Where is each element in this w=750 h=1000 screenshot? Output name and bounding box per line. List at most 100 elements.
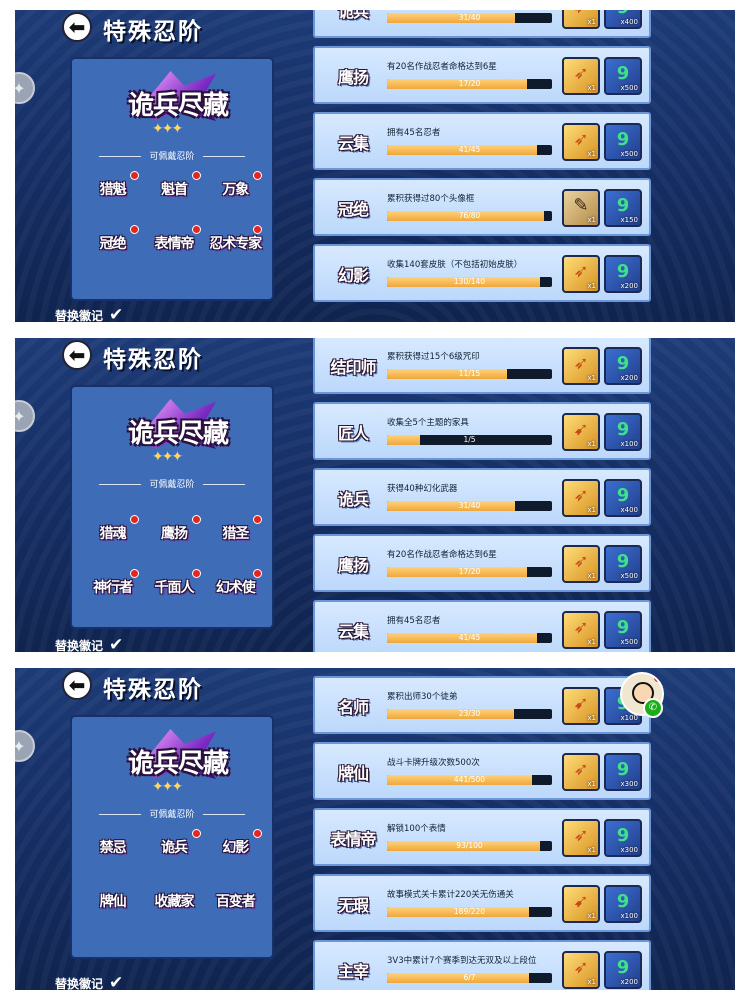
task-badge-icon: 表情帝	[323, 822, 383, 854]
progress-text: 1/5	[463, 435, 476, 444]
task-card[interactable]: 表情帝 解锁100个表情 93/100 ➶ x1 9 x300	[313, 808, 651, 866]
reward-currency[interactable]: 9 x500	[604, 611, 642, 649]
progress-text: 31/40	[458, 13, 481, 22]
task-card[interactable]: 云集 拥有45名忍者 41/45 ➶ x1 9 x500	[313, 112, 651, 170]
reward-item[interactable]: ➶x1	[562, 10, 600, 29]
side-tab-button[interactable]: ✦	[15, 72, 35, 104]
reward-qty: x1	[587, 506, 596, 514]
side-tab-button[interactable]: ✦	[15, 730, 35, 762]
reward-currency[interactable]: 9 x500	[604, 57, 642, 95]
checkmark-icon: ✔	[109, 973, 124, 990]
reward-item-icon: ➶	[573, 551, 589, 572]
badge-item[interactable]: 禁忌	[82, 829, 143, 865]
badge-item[interactable]: 猎魁	[82, 171, 143, 207]
badge-item[interactable]: 魁首	[143, 171, 204, 207]
task-card[interactable]: 无瑕 故事模式关卡累计220关无伤通关 189/220 ➹ x1 9 x100	[313, 874, 651, 932]
reward-currency[interactable]: 9x100	[604, 413, 642, 451]
task-badge-icon: 结印师	[323, 350, 383, 382]
badge-item[interactable]: 表情帝	[143, 225, 204, 261]
reward-currency[interactable]: 9 x200	[604, 951, 642, 989]
reward-currency[interactable]: 9 x150	[604, 189, 642, 227]
badge-item[interactable]: 诡兵	[143, 829, 204, 865]
reward-currency[interactable]: 9x400	[604, 10, 642, 29]
reward-item[interactable]: ✎ x1	[562, 189, 600, 227]
badge-item[interactable]: 神行者	[82, 569, 143, 605]
task-card[interactable]: 牌仙 战斗卡牌升级次数500次 441/500 ➶ x1 9 x300	[313, 742, 651, 800]
reward-currency[interactable]: 9x100	[604, 885, 642, 923]
task-badge-icon: 无瑕	[323, 888, 383, 920]
badge-grid: 猎魂 鹰扬 猎圣 神行者 千面人 幻术使	[82, 515, 266, 605]
replace-badge-toggle[interactable]: 替换徽记 ✔	[55, 974, 127, 990]
reward-item[interactable]: ➶x1	[562, 611, 600, 649]
badge-label: 鹰扬	[160, 526, 188, 542]
task-badge-label: 云集	[337, 622, 369, 641]
reward-currency[interactable]: 9x400	[604, 479, 642, 517]
reward-item[interactable]: ➶x1	[562, 347, 600, 385]
badge-label: 冠绝	[99, 236, 127, 252]
task-card[interactable]: 鹰扬 有20名作战忍者命格达到6星 17/20 ➶ x1 9 x500	[313, 534, 651, 592]
badge-item[interactable]: 百变者	[205, 883, 266, 919]
back-button[interactable]: ⬅	[62, 340, 92, 370]
side-tab-button[interactable]: ✦	[15, 400, 35, 432]
badge-item[interactable]: 万象	[205, 171, 266, 207]
back-button[interactable]: ⬅	[62, 12, 92, 42]
task-card[interactable]: 结印师 累积获得过15个6级咒印 11/15 ➶ x1 9 x200	[313, 338, 651, 394]
badge-item[interactable]: 鹰扬	[143, 515, 204, 551]
reward-item[interactable]: ➹ x1	[562, 885, 600, 923]
task-card[interactable]: 冠绝 累积获得过80个头像框 76/80 ✎ x1 9 x150	[313, 178, 651, 236]
reward-item[interactable]: ➶x1	[562, 951, 600, 989]
reward-currency[interactable]: 9 x500	[604, 545, 642, 583]
reward-qty: x1	[587, 714, 596, 722]
red-dot-icon	[252, 569, 262, 578]
task-card[interactable]: 匠人 收集全5个主题的家具 1/5 ➹ x1 9 x100	[313, 402, 651, 460]
progress-bar: 41/45	[387, 633, 552, 643]
progress-text: 130/140	[453, 277, 486, 286]
progress-bar: 23/30	[387, 709, 552, 719]
featured-badge: 诡兵尽藏 ✦✦✦	[116, 67, 229, 139]
badge-item[interactable]: 千面人	[143, 569, 204, 605]
badge-panel: 诡兵尽藏 ✦✦✦ 可佩戴忍阶 禁忌 诡兵 幻影 牌仙 收藏家 百变者	[70, 715, 274, 959]
reward-item[interactable]: ➶x1	[562, 479, 600, 517]
badge-item[interactable]: 猎魂	[82, 515, 143, 551]
badge-item[interactable]: 牌仙	[82, 883, 143, 919]
back-button[interactable]: ⬅	[62, 670, 92, 700]
task-card[interactable]: 云集 拥有45名忍者 41/45 ➶ x1 9 x500	[313, 600, 651, 652]
reward-item-icon: ➶	[573, 129, 589, 150]
reward-currency[interactable]: 9 x300	[604, 819, 642, 857]
reward-item[interactable]: ➹ x1	[562, 413, 600, 451]
reward-item[interactable]: ➶x1	[562, 123, 600, 161]
reward-item[interactable]: ➶x1	[562, 255, 600, 293]
wechat-icon[interactable]: ✆	[643, 698, 663, 718]
badge-item[interactable]: 幻术使	[205, 569, 266, 605]
task-card[interactable]: 诡兵获得40种幻化武器31/40➶x19x400	[313, 10, 651, 38]
reward-item[interactable]: ➶x1	[562, 819, 600, 857]
reward-currency[interactable]: 9 x200	[604, 255, 642, 293]
reward-item[interactable]: ➶x1	[562, 753, 600, 791]
reward-currency[interactable]: 9 x200	[604, 347, 642, 385]
reward-qty: x500	[620, 638, 638, 646]
badge-item[interactable]: 收藏家	[143, 883, 204, 919]
task-card[interactable]: 主宰 3V3中累计7个赛季到达无双及以上段位 6/7 ➶ x1 9 x200	[313, 940, 651, 990]
reward-item[interactable]: ➶x1	[562, 545, 600, 583]
reward-item[interactable]: ➹ x1	[562, 687, 600, 725]
screenshot-panel-2: ⬅ 特殊忍阶 ✦ 诡兵尽藏 ✦✦✦ 可佩戴忍阶 猎魂 鹰扬 猎圣 神行者 千面人…	[15, 338, 735, 652]
badge-label: 幻术使	[215, 580, 256, 596]
reward-item[interactable]: ➶x1	[562, 57, 600, 95]
replace-badge-toggle[interactable]: 替换徽记 ✔	[55, 306, 127, 322]
task-card[interactable]: 鹰扬 有20名作战忍者命格达到6星 17/20 ➶ x1 9 x500	[313, 46, 651, 104]
badge-item[interactable]: 忍术专家	[205, 225, 266, 261]
badge-item[interactable]: 冠绝	[82, 225, 143, 261]
task-description: 拥有45名忍者	[387, 616, 441, 626]
task-card[interactable]: 名师累积出师30个徒弟23/30➹x19x100	[313, 676, 651, 734]
badge-label: 收藏家	[154, 894, 194, 910]
badge-item[interactable]: 猎圣	[205, 515, 266, 551]
reward-currency[interactable]: 9 x500	[604, 123, 642, 161]
replace-badge-toggle[interactable]: 替换徽记 ✔	[55, 636, 127, 652]
reward-currency[interactable]: 9 x300	[604, 753, 642, 791]
progress-text: 11/15	[458, 369, 481, 378]
badge-item[interactable]: 幻影	[205, 829, 266, 865]
task-card[interactable]: 幻影 收集140套皮肤（不包括初始皮肤） 130/140 ➶ x1 9 x200	[313, 244, 651, 302]
green-token-icon: 9	[616, 485, 630, 506]
task-card[interactable]: 诡兵获得40种幻化武器31/40➶x19x400	[313, 468, 651, 526]
progress-bar: 1/5	[387, 435, 552, 445]
